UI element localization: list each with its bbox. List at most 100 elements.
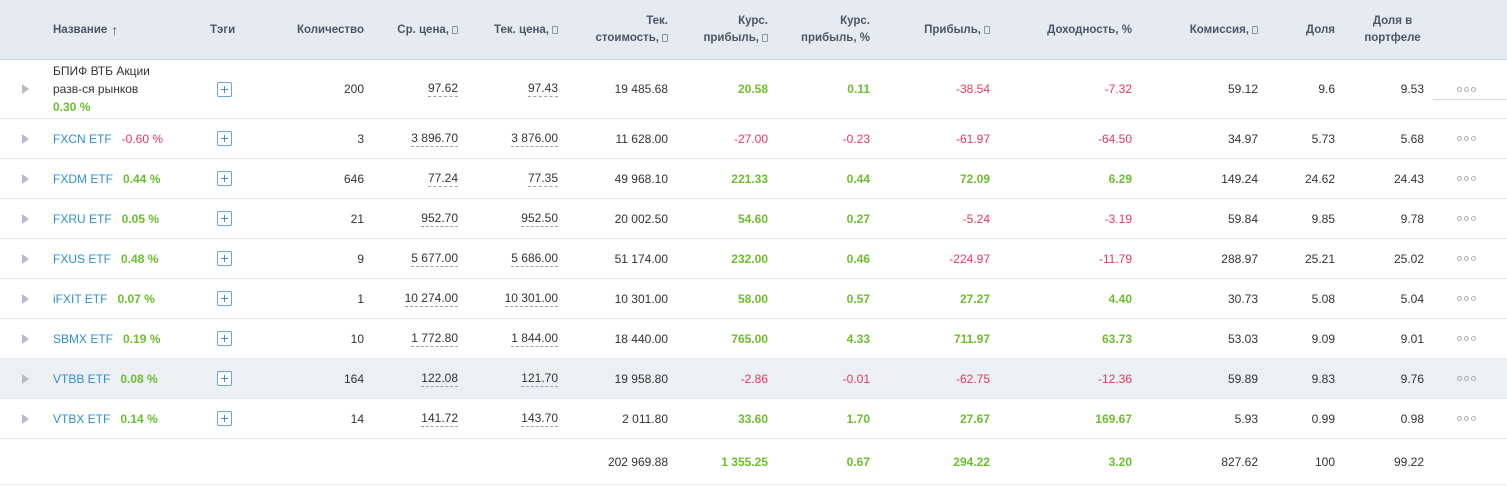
add-tag-button[interactable]	[210, 319, 238, 358]
instrument-link[interactable]: разв-ся рынков	[53, 80, 138, 98]
col-cur-value-header[interactable]: Тек. стоимость,	[568, 0, 668, 60]
instrument-name[interactable]: FXRU ETF 0.05 %	[53, 199, 159, 238]
share-cell: 9.6	[1318, 82, 1335, 96]
fx-profit-pct-cell: -0.01	[842, 371, 870, 386]
avg-price-cell[interactable]: 3 896.70	[370, 119, 458, 158]
col-cur-price-header[interactable]: Тек. цена,	[470, 0, 558, 60]
add-tag-button[interactable]	[210, 159, 238, 198]
more-dots-icon[interactable]	[1450, 239, 1484, 278]
cur-price-cell[interactable]: 1 844.00	[470, 319, 558, 358]
instrument-link[interactable]: VTBX ETF	[53, 412, 110, 426]
cur-price-cell[interactable]: 952.50	[470, 199, 558, 238]
col-profit-header[interactable]: Прибыль,	[890, 0, 990, 60]
plus-square-icon	[216, 131, 232, 146]
col-yield-header[interactable]: Доходность, %	[1010, 0, 1132, 60]
triangle-right-icon[interactable]	[22, 359, 32, 398]
triangle-right-icon[interactable]	[22, 199, 32, 238]
triangle-right-icon[interactable]	[22, 60, 32, 118]
instrument-link[interactable]: FXCN ETF	[53, 132, 112, 146]
table-row[interactable]: БПИФ ВТБ Акции разв-ся рынков 0.30 % 200…	[0, 60, 1507, 119]
triangle-right-icon[interactable]	[22, 239, 32, 278]
cur-price-cell[interactable]: 121.70	[470, 359, 558, 398]
col-fx-profit-header[interactable]: Курс. прибыль,	[680, 0, 768, 60]
cur-price-cell[interactable]: 143.70	[470, 399, 558, 438]
instrument-name[interactable]: FXDM ETF 0.44 %	[53, 159, 160, 198]
instrument-name[interactable]: VTBX ETF 0.14 %	[53, 399, 158, 438]
plus-square-icon	[216, 171, 232, 186]
col-commission-header[interactable]: Комиссия,	[1150, 0, 1258, 60]
more-dots-icon[interactable]	[1450, 279, 1484, 318]
instrument-name[interactable]: БПИФ ВТБ Акции разв-ся рынков 0.30 %	[53, 60, 150, 118]
add-tag-button[interactable]	[210, 279, 238, 318]
cur-price-cell[interactable]: 77.35	[470, 159, 558, 198]
avg-price-cell[interactable]: 122.08	[370, 359, 458, 398]
instrument-name[interactable]: FXUS ETF 0.48 %	[53, 239, 158, 278]
table-row[interactable]: VTBB ETF 0.08 % 164 122.08 121.70 19 958…	[0, 359, 1507, 399]
share-port-cell: 9.76	[1400, 371, 1424, 386]
col-name-header[interactable]: Название ↑	[53, 0, 173, 60]
col-avg-price-header[interactable]: Ср. цена,	[370, 0, 458, 60]
triangle-right-icon[interactable]	[22, 399, 32, 438]
add-tag-button[interactable]	[210, 359, 238, 398]
triangle-right-icon[interactable]	[22, 119, 32, 158]
fx-profit-cell: 232.00	[731, 251, 768, 266]
instrument-link[interactable]: iFXIT ETF	[53, 292, 107, 306]
instrument-link[interactable]: FXUS ETF	[53, 252, 111, 266]
col-share-header[interactable]: Доля	[1280, 0, 1335, 60]
more-dots-icon[interactable]	[1450, 159, 1484, 198]
instrument-name[interactable]: FXCN ETF -0.60 %	[53, 119, 163, 158]
more-dots-icon[interactable]	[1450, 319, 1484, 358]
avg-price-cell[interactable]: 77.24	[370, 159, 458, 198]
cur-price-cell[interactable]: 10 301.00	[470, 279, 558, 318]
add-tag-button[interactable]	[210, 399, 238, 438]
table-row[interactable]: VTBX ETF 0.14 % 14 141.72 143.70 2 011.8…	[0, 399, 1507, 439]
cur-price-cell[interactable]: 3 876.00	[470, 119, 558, 158]
table-row[interactable]: FXCN ETF -0.60 % 3 3 896.70 3 876.00 11 …	[0, 119, 1507, 159]
avg-price-cell[interactable]: 5 677.00	[370, 239, 458, 278]
col-tags-header: Тэги	[210, 23, 236, 36]
totals-row: 202 969.88 1 355.25 0.67 294.22 3.20 827…	[0, 439, 1507, 485]
table-row[interactable]: FXUS ETF 0.48 % 9 5 677.00 5 686.00 51 1…	[0, 239, 1507, 279]
more-dots-icon[interactable]	[1450, 399, 1484, 438]
add-tag-button[interactable]	[210, 239, 238, 278]
profit-cell: -61.97	[955, 131, 990, 146]
table-row[interactable]: FXRU ETF 0.05 % 21 952.70 952.50 20 002.…	[0, 199, 1507, 239]
instrument-name[interactable]: iFXIT ETF 0.07 %	[53, 279, 155, 318]
avg-price-cell[interactable]: 1 772.80	[370, 319, 458, 358]
instrument-link[interactable]: FXRU ETF	[53, 212, 112, 226]
fx-profit-pct-cell: 0.46	[846, 251, 870, 266]
fx-profit-pct-cell: 4.33	[846, 331, 870, 346]
qty-cell: 646	[343, 171, 364, 186]
avg-price-cell[interactable]: 141.72	[370, 399, 458, 438]
table-row[interactable]: SBMX ETF 0.19 % 10 1 772.80 1 844.00 18 …	[0, 319, 1507, 359]
triangle-right-icon[interactable]	[22, 279, 32, 318]
table-row[interactable]: iFXIT ETF 0.07 % 1 10 274.00 10 301.00 1…	[0, 279, 1507, 319]
add-tag-button[interactable]	[210, 60, 238, 118]
cur-price-cell[interactable]: 97.43	[470, 60, 558, 118]
triangle-right-icon[interactable]	[22, 319, 32, 358]
instrument-name[interactable]: SBMX ETF 0.19 %	[53, 319, 160, 358]
triangle-right-icon[interactable]	[22, 159, 32, 198]
add-tag-button[interactable]	[210, 119, 238, 158]
plus-square-icon	[216, 331, 232, 346]
avg-price-cell[interactable]: 10 274.00	[370, 279, 458, 318]
add-tag-button[interactable]	[210, 199, 238, 238]
avg-price-cell[interactable]: 952.70	[370, 199, 458, 238]
instrument-link[interactable]: FXDM ETF	[53, 172, 113, 186]
instrument-link[interactable]: БПИФ ВТБ Акции	[53, 62, 150, 80]
instrument-link[interactable]: SBMX ETF	[53, 332, 113, 346]
instrument-name[interactable]: VTBB ETF 0.08 %	[53, 359, 158, 398]
avg-price-cell[interactable]: 97.62	[370, 60, 458, 118]
fx-profit-cell: -2.86	[740, 371, 768, 386]
more-dots-icon[interactable]	[1450, 60, 1484, 118]
col-share-port-header[interactable]: Доля в портфеле	[1350, 0, 1435, 60]
instrument-link[interactable]: VTBB ETF	[53, 372, 110, 386]
more-dots-icon[interactable]	[1450, 119, 1484, 158]
table-row[interactable]: FXDM ETF 0.44 % 646 77.24 77.35 49 968.1…	[0, 159, 1507, 199]
col-fx-profit-pct-header[interactable]: Курс. прибыль, %	[780, 0, 870, 60]
more-dots-icon[interactable]	[1450, 199, 1484, 238]
more-dots-icon[interactable]	[1450, 359, 1484, 398]
total-cur-value: 202 969.88	[607, 454, 668, 469]
cur-price-cell[interactable]: 5 686.00	[470, 239, 558, 278]
col-qty-header[interactable]: Количество	[270, 0, 364, 60]
